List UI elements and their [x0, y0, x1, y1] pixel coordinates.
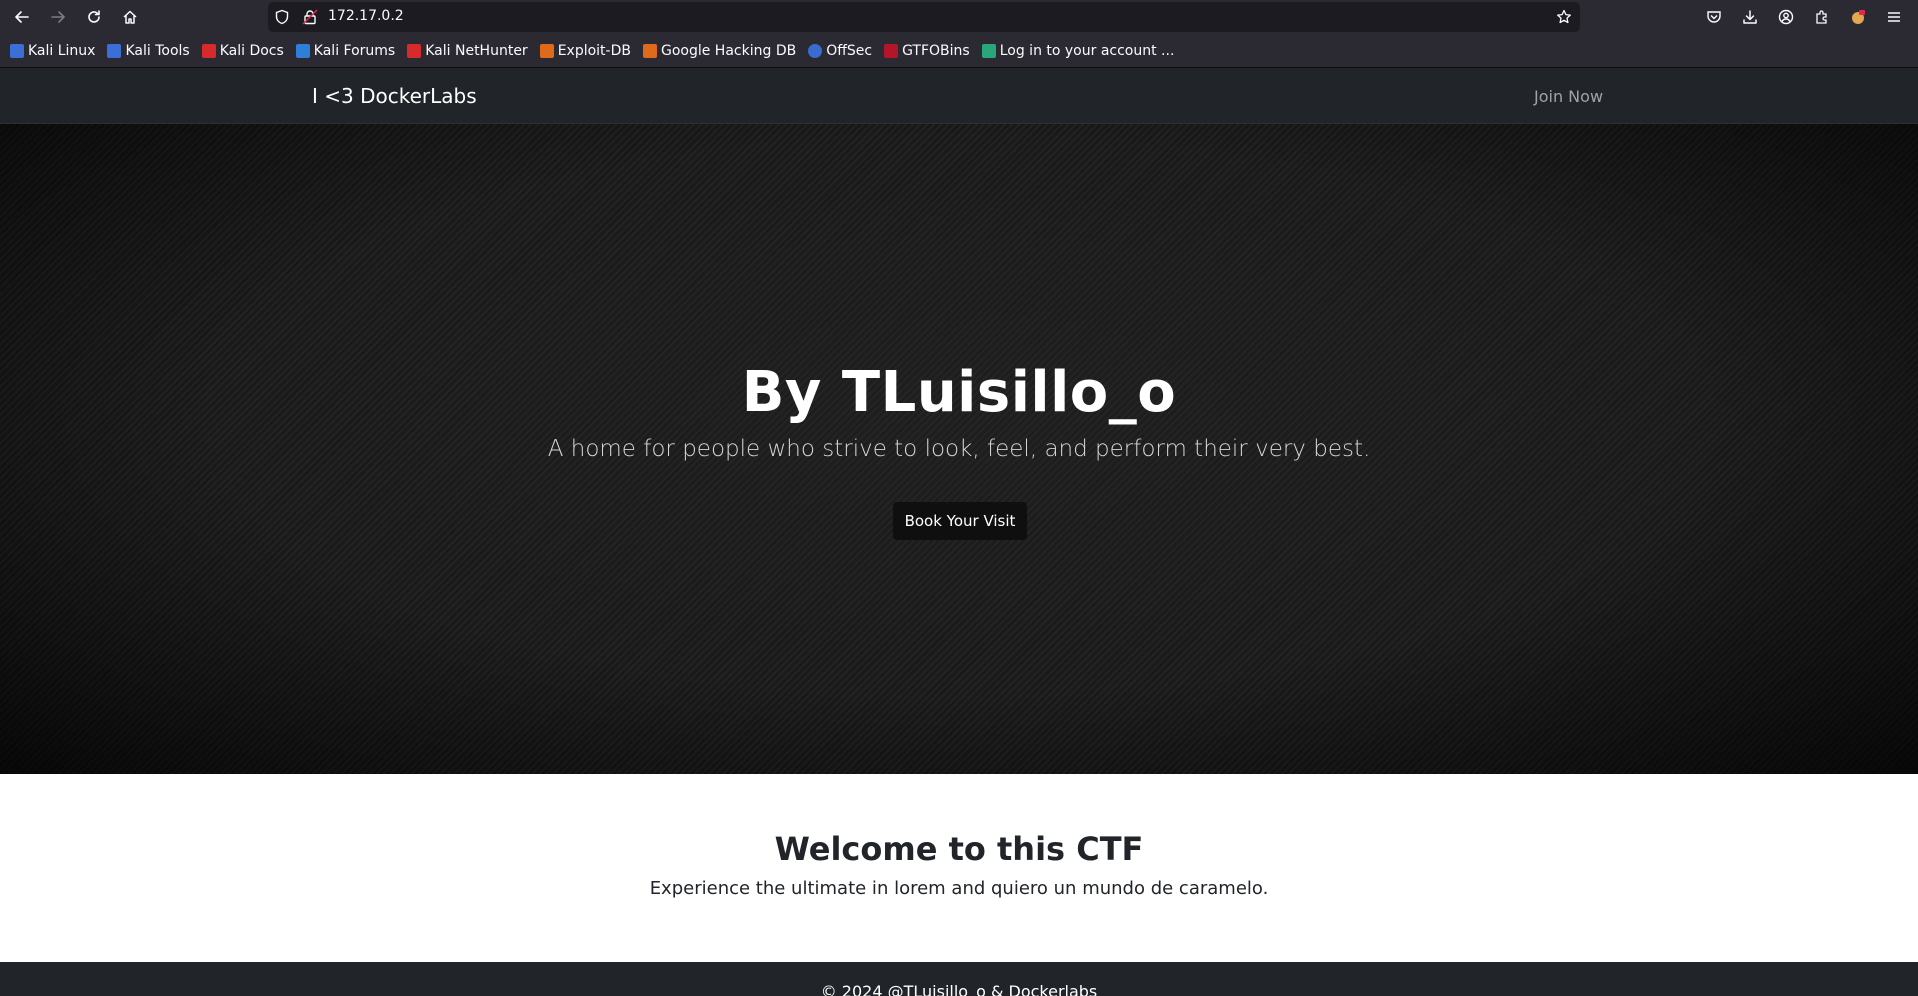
- nethunter-icon: [407, 43, 422, 58]
- back-arrow-icon[interactable]: [4, 0, 40, 34]
- hero-subtitle: A home for people who strive to look, fe…: [547, 436, 1371, 462]
- book-visit-button[interactable]: Book Your Visit: [893, 502, 1027, 540]
- ghdb-icon: [642, 43, 657, 58]
- bookmark-login-account[interactable]: Log in to your account ...: [981, 39, 1174, 63]
- bookmark-kali-nethunter[interactable]: Kali NetHunter: [407, 39, 528, 63]
- forward-arrow-icon[interactable]: [40, 0, 76, 34]
- welcome-text: Experience the ultimate in lorem and qui…: [649, 878, 1269, 899]
- hero-title: By TLuisillo_o: [741, 360, 1177, 425]
- join-now-link[interactable]: Join Now: [1534, 87, 1603, 106]
- bookmark-gtfobins[interactable]: GTFOBins: [884, 39, 970, 63]
- kali-docs-icon: [201, 43, 216, 58]
- insecure-lock-icon[interactable]: [302, 9, 318, 25]
- kali-forums-icon: [295, 43, 310, 58]
- page-content: I <3 DockerLabs Join Now By TLuisillo_o …: [0, 68, 1918, 996]
- welcome-section: Welcome to this CTF Experience the ultim…: [0, 774, 1918, 962]
- exploit-db-icon: [539, 43, 554, 58]
- hamburger-menu-icon[interactable]: [1876, 0, 1912, 34]
- browser-toolbar: 172.17.0.2: [0, 0, 1918, 34]
- reload-icon[interactable]: [76, 0, 112, 34]
- site-brand[interactable]: I <3 DockerLabs: [312, 84, 477, 108]
- bookmark-offsec[interactable]: OffSec: [808, 39, 872, 63]
- bookmark-google-hacking-db[interactable]: Google Hacking DB: [642, 39, 796, 63]
- hero-section: By TLuisillo_o A home for people who str…: [0, 124, 1918, 774]
- bookmarks-toolbar: Kali Linux Kali Tools Kali Docs Kali For…: [0, 34, 1918, 68]
- bookmark-kali-linux[interactable]: Kali Linux: [10, 39, 95, 63]
- kali-tools-icon: [107, 43, 122, 58]
- site-navbar: I <3 DockerLabs Join Now: [0, 68, 1918, 124]
- tracking-shield-icon[interactable]: [274, 9, 290, 25]
- pocket-icon[interactable]: [1696, 0, 1732, 34]
- kali-dragon-icon: [10, 43, 24, 58]
- bookmark-kali-tools[interactable]: Kali Tools: [107, 39, 190, 63]
- home-icon[interactable]: [112, 0, 148, 34]
- account-icon[interactable]: [1768, 0, 1804, 34]
- download-icon[interactable]: [1732, 0, 1768, 34]
- profile-avatar-icon[interactable]: [1840, 0, 1876, 34]
- welcome-title: Welcome to this CTF: [774, 830, 1144, 868]
- bookmark-kali-docs[interactable]: Kali Docs: [201, 39, 284, 63]
- bookmark-exploit-db[interactable]: Exploit-DB: [539, 39, 631, 63]
- extensions-icon[interactable]: [1804, 0, 1840, 34]
- gtfobins-icon: [884, 43, 899, 58]
- footer-copyright: © 2024 @TLuisillo_o & Dockerlabs: [820, 982, 1098, 996]
- star-icon[interactable]: [1556, 9, 1572, 25]
- offsec-icon: [808, 43, 823, 58]
- bookmark-kali-forums[interactable]: Kali Forums: [295, 39, 395, 63]
- url-bar[interactable]: 172.17.0.2: [268, 2, 1580, 32]
- url-text[interactable]: 172.17.0.2: [328, 8, 404, 24]
- site-footer: © 2024 @TLuisillo_o & Dockerlabs: [0, 962, 1918, 996]
- account-login-icon: [981, 43, 996, 58]
